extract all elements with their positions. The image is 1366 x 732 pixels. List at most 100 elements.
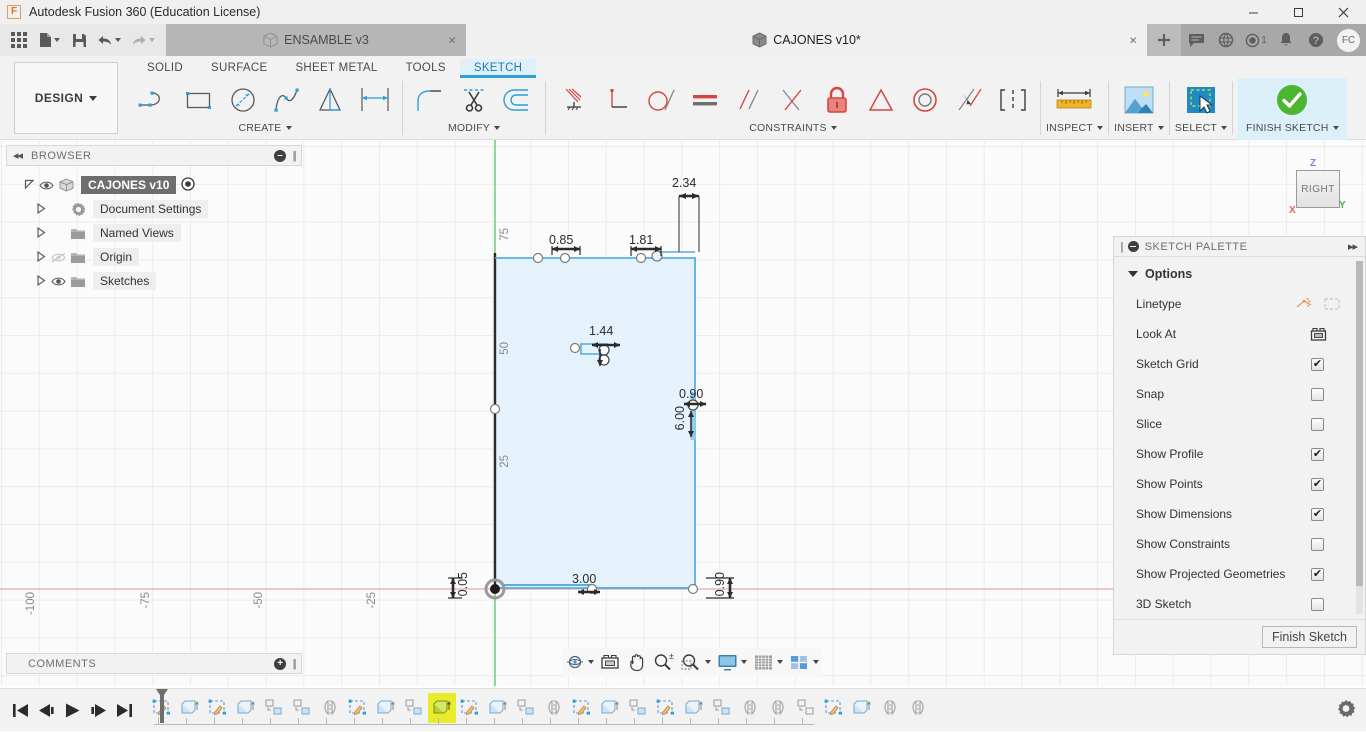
ground-constraint[interactable] <box>551 79 595 121</box>
show-constraints-checkbox[interactable] <box>1311 538 1324 551</box>
timeline-feature-extrude[interactable] <box>680 693 708 723</box>
comment-icon[interactable] <box>1181 24 1211 56</box>
timeline-feature-extrude[interactable] <box>484 693 512 723</box>
dimension-value[interactable]: 0.85 <box>549 233 573 247</box>
step-back-button[interactable] <box>34 696 58 724</box>
browser-item-cajones[interactable]: CAJONES v10 <box>6 173 302 197</box>
expand-arrow-icon[interactable] <box>36 251 48 264</box>
ribbon-tab-sheet-metal[interactable]: SHEET METAL <box>281 59 391 78</box>
visibility-eye-icon[interactable] <box>36 180 56 191</box>
grip-icon[interactable]: ||| <box>292 150 295 162</box>
browser-item-sketches[interactable]: Sketches <box>6 269 302 293</box>
show-dimensions-checkbox[interactable] <box>1311 508 1324 521</box>
timeline-feature-extrude[interactable] <box>176 693 204 723</box>
slice-checkbox[interactable] <box>1311 418 1324 431</box>
workspace-selector[interactable]: DESIGN <box>14 62 118 134</box>
orbit-tool[interactable] <box>562 648 597 676</box>
finish-sketch-button[interactable]: Finish Sketch <box>1262 626 1357 648</box>
play-button[interactable] <box>60 696 84 724</box>
grid-settings[interactable] <box>750 648 786 676</box>
collapse-right-icon[interactable]: ▸▸ <box>1348 240 1357 253</box>
snap-checkbox[interactable] <box>1311 388 1324 401</box>
dimension-value[interactable]: 2.34 <box>672 176 696 190</box>
close-icon[interactable]: × <box>1129 33 1137 48</box>
ribbon-group-label-modify[interactable]: MODIFY <box>408 122 540 134</box>
apps-grid-icon[interactable] <box>6 27 32 53</box>
ribbon-tab-tools[interactable]: TOOLS <box>392 59 460 78</box>
palette-row-snap[interactable]: Snap <box>1114 379 1365 409</box>
view-cube[interactable]: RIGHT Z Y X <box>1288 160 1344 212</box>
tangent-constraint[interactable] <box>639 79 683 121</box>
undo-icon[interactable] <box>92 27 126 53</box>
close-icon[interactable]: × <box>448 33 456 48</box>
expand-arrow-icon[interactable] <box>24 179 36 192</box>
timeline-feature-mirror[interactable] <box>876 693 904 723</box>
zoom-tool[interactable]: ± <box>649 648 677 676</box>
minimize-button[interactable] <box>1231 0 1276 24</box>
display-settings[interactable] <box>714 648 750 676</box>
sketch-grid-checkbox[interactable] <box>1311 358 1324 371</box>
fillet-tool[interactable] <box>408 79 452 121</box>
ribbon-group-label-finish-sketch[interactable]: FINISH SKETCH <box>1246 122 1339 134</box>
concentric-constraint[interactable] <box>903 79 947 121</box>
midpoint-constraint[interactable] <box>771 79 815 121</box>
timeline-feature-sketch[interactable] <box>456 693 484 723</box>
timeline-feature-mirror[interactable] <box>316 693 344 723</box>
new-document-icon[interactable] <box>32 27 66 53</box>
step-forward-button[interactable] <box>86 696 110 724</box>
timeline-feature-mirror[interactable] <box>540 693 568 723</box>
pan-tool[interactable] <box>623 648 649 676</box>
show-profile-checkbox[interactable] <box>1311 448 1324 461</box>
visibility-eye-icon[interactable] <box>48 276 68 287</box>
palette-row-show-profile[interactable]: Show Profile <box>1114 439 1365 469</box>
timeline-feature-extrude-selected[interactable] <box>428 693 456 723</box>
timeline-feature-sketch[interactable] <box>568 693 596 723</box>
timeline-feature-mirror[interactable] <box>736 693 764 723</box>
go-to-beginning-button[interactable] <box>8 696 32 724</box>
palette-scrollbar[interactable] <box>1356 261 1363 614</box>
ribbon-tab-surface[interactable]: SURFACE <box>197 59 281 78</box>
3d-sketch-checkbox[interactable] <box>1311 598 1324 611</box>
dimension-value[interactable]: 1.44 <box>589 324 613 338</box>
activate-radio-icon[interactable] <box>181 177 195 194</box>
collapse-left-icon[interactable]: ◂◂ <box>13 149 22 162</box>
avatar[interactable]: FC <box>1337 29 1360 52</box>
browser-item-origin[interactable]: Origin <box>6 245 302 269</box>
timeline-feature-rect-pattern[interactable] <box>260 693 288 723</box>
ribbon-tab-solid[interactable]: SOLID <box>133 59 197 78</box>
palette-row-slice[interactable]: Slice <box>1114 409 1365 439</box>
question-icon[interactable]: ? <box>1301 24 1331 56</box>
bell-icon[interactable] <box>1271 24 1301 56</box>
timeline-feature-rect-pattern[interactable] <box>400 693 428 723</box>
dimension-value[interactable]: 1.81 <box>629 233 653 247</box>
view-cube-face[interactable]: RIGHT <box>1296 170 1340 208</box>
dimension-value[interactable]: 0.90 <box>713 572 727 596</box>
ribbon-group-finish-sketch[interactable]: FINISH SKETCH <box>1238 78 1347 140</box>
fix-unfix-constraint[interactable] <box>815 79 859 121</box>
equal-constraint[interactable] <box>683 79 727 121</box>
polygon-tool[interactable] <box>309 79 353 121</box>
ribbon-group-label-create[interactable]: CREATE <box>133 122 397 134</box>
close-button[interactable] <box>1321 0 1366 24</box>
dimension-value[interactable]: 3.00 <box>572 572 596 586</box>
expand-arrow-icon[interactable] <box>36 227 48 240</box>
go-to-end-button[interactable] <box>112 696 136 724</box>
document-tab-ensamble[interactable]: ENSAMBLE v3 × <box>166 24 466 56</box>
palette-row-show-points[interactable]: Show Points <box>1114 469 1365 499</box>
ribbon-group-label-constraints[interactable]: CONSTRAINTS <box>551 122 1035 134</box>
timeline-feature-extrude[interactable] <box>372 693 400 723</box>
palette-row-show-constraints[interactable]: Show Constraints <box>1114 529 1365 559</box>
palette-row-3d-sketch[interactable]: 3D Sketch <box>1114 589 1365 619</box>
new-tab-button[interactable] <box>1147 24 1181 56</box>
browser-item-named-views[interactable]: Named Views <box>6 221 302 245</box>
curvature-constraint[interactable] <box>991 79 1035 121</box>
offset-tool[interactable] <box>496 79 540 121</box>
timeline-feature-extrude[interactable] <box>596 693 624 723</box>
timeline-settings-gear-icon[interactable] <box>1336 699 1356 722</box>
grip-icon[interactable]: ||| <box>292 658 295 670</box>
timeline-feature-extrude[interactable] <box>848 693 876 723</box>
timeline-feature-rect-pattern[interactable] <box>792 693 820 723</box>
viewports[interactable] <box>786 648 822 676</box>
job-status-icon[interactable]: 1 <box>1241 24 1271 56</box>
measure-tool[interactable] <box>1049 79 1099 121</box>
